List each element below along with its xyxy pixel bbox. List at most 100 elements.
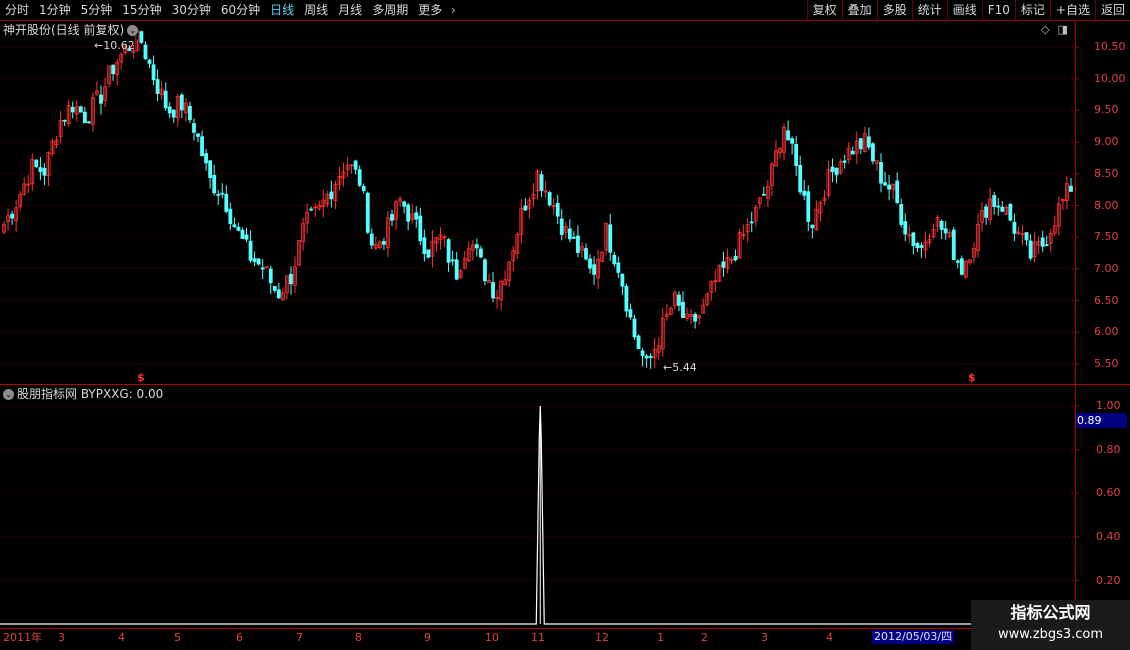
indicator-axis-label: 0.60 <box>1096 486 1121 499</box>
candle-body <box>289 273 293 285</box>
candle-body <box>390 213 394 221</box>
price-axis-label: 5.50 <box>1094 357 1119 370</box>
candle-body <box>139 31 144 43</box>
date-axis-label: 12 <box>595 631 609 644</box>
candle-body <box>677 294 681 306</box>
candle-body <box>361 185 366 192</box>
candle-body <box>147 59 152 64</box>
candle-body <box>895 180 900 203</box>
candle-body <box>858 138 863 150</box>
date-axis-label: 3 <box>761 631 768 644</box>
candle-body <box>365 192 370 233</box>
candle-body <box>256 258 261 265</box>
candle-body <box>212 174 217 194</box>
price-axis-label: 6.00 <box>1094 325 1119 339</box>
candle-body <box>1028 240 1033 259</box>
diamond-icon[interactable]: ◇ <box>1041 22 1049 38</box>
watermark: 指标公式网 www.zbgs3.com <box>971 600 1130 650</box>
date-axis-label: 4 <box>826 631 833 644</box>
candle-body <box>228 208 233 225</box>
price-axis-label: 10.00 <box>1094 71 1126 85</box>
candle-body <box>111 64 116 75</box>
candle-body <box>167 106 172 114</box>
date-axis-label: 3 <box>58 631 65 644</box>
candle-body <box>232 224 237 228</box>
current-value-box: 0.89 <box>1076 413 1127 428</box>
candle-body <box>204 153 208 164</box>
low-price-annotation: ←5.44 <box>663 361 697 374</box>
candle-body <box>640 350 645 357</box>
candle-body <box>830 166 835 173</box>
candle-body <box>414 212 419 220</box>
chart-corner-icons: ◇ ◨ <box>1041 22 1068 38</box>
candle-body <box>790 138 795 144</box>
candle-body <box>426 249 431 258</box>
candle-body <box>620 273 625 287</box>
watermark-url: www.zbgs3.com <box>997 627 1104 642</box>
candle-body <box>450 259 455 262</box>
candle-body <box>810 224 815 229</box>
candle-body <box>636 335 641 350</box>
price-axis-label: 8.50 <box>1094 166 1119 180</box>
candle-body <box>382 241 386 245</box>
candle-body <box>474 244 479 249</box>
candle-body <box>260 267 265 270</box>
candle-body <box>357 169 362 186</box>
candle-body <box>943 228 948 234</box>
candle-body <box>547 192 552 206</box>
candle-body <box>1008 203 1013 221</box>
candle-body <box>62 119 67 122</box>
indicator-title[interactable]: ⌄ 股朋指标网 BYPXXG: 0.00 <box>3 387 163 401</box>
candle-body <box>786 130 790 141</box>
candle-body <box>632 318 637 338</box>
candle-body <box>523 205 528 211</box>
candle-body <box>224 193 229 212</box>
candle-body <box>1044 244 1049 247</box>
signal-mark: $ <box>968 371 976 384</box>
candle-body <box>369 233 374 246</box>
candle-body <box>82 111 87 124</box>
high-price-annotation: ←10.62 <box>94 39 135 52</box>
candle-body <box>576 235 580 254</box>
candle-body <box>539 174 544 191</box>
date-axis-label: 5 <box>174 631 181 644</box>
candle-body <box>612 254 617 265</box>
candle-body <box>216 193 221 196</box>
candle-body <box>628 309 633 318</box>
candle-body <box>446 239 451 263</box>
panel-toggle-icon[interactable]: ◨ <box>1057 22 1067 38</box>
date-axis-label: 2 <box>701 631 708 644</box>
chevron-down-icon[interactable]: ⌄ <box>3 389 14 400</box>
candle-body <box>959 258 964 275</box>
candle-body <box>802 190 807 196</box>
candle-body <box>951 229 956 261</box>
date-axis-label: 6 <box>236 631 243 644</box>
price-axis-label: 9.50 <box>1094 103 1119 117</box>
candle-body <box>721 261 726 268</box>
candle-body <box>842 160 847 163</box>
chevron-down-icon[interactable]: ⌄ <box>127 25 139 36</box>
candle-body <box>196 133 200 137</box>
price-axis-label: 7.50 <box>1094 230 1119 244</box>
candle-body <box>252 258 257 263</box>
candle-body <box>236 226 241 231</box>
candle-body <box>806 191 811 222</box>
candle-body <box>99 94 103 104</box>
candle-body <box>220 192 225 195</box>
candle-body <box>616 262 621 273</box>
candle-body <box>992 195 997 207</box>
candle-body <box>86 121 91 124</box>
candle-body <box>402 201 407 207</box>
main-chart-title[interactable]: 神开股份(日线 前复权) ⌄ <box>3 22 139 38</box>
chart-canvas[interactable] <box>0 0 1130 650</box>
candle-body <box>329 191 334 200</box>
candle-body <box>483 259 487 282</box>
candle-body <box>38 167 43 172</box>
candle-body <box>571 236 576 239</box>
date-axis: 2011年 3 4 5 6 7 8 9 10 11 12 1 2 3 4 <box>0 629 1130 650</box>
candle-body <box>34 159 39 168</box>
candle-body <box>1069 185 1073 192</box>
date-axis-label: 7 <box>296 631 303 644</box>
candle-body <box>919 245 924 248</box>
candle-body <box>608 224 613 253</box>
